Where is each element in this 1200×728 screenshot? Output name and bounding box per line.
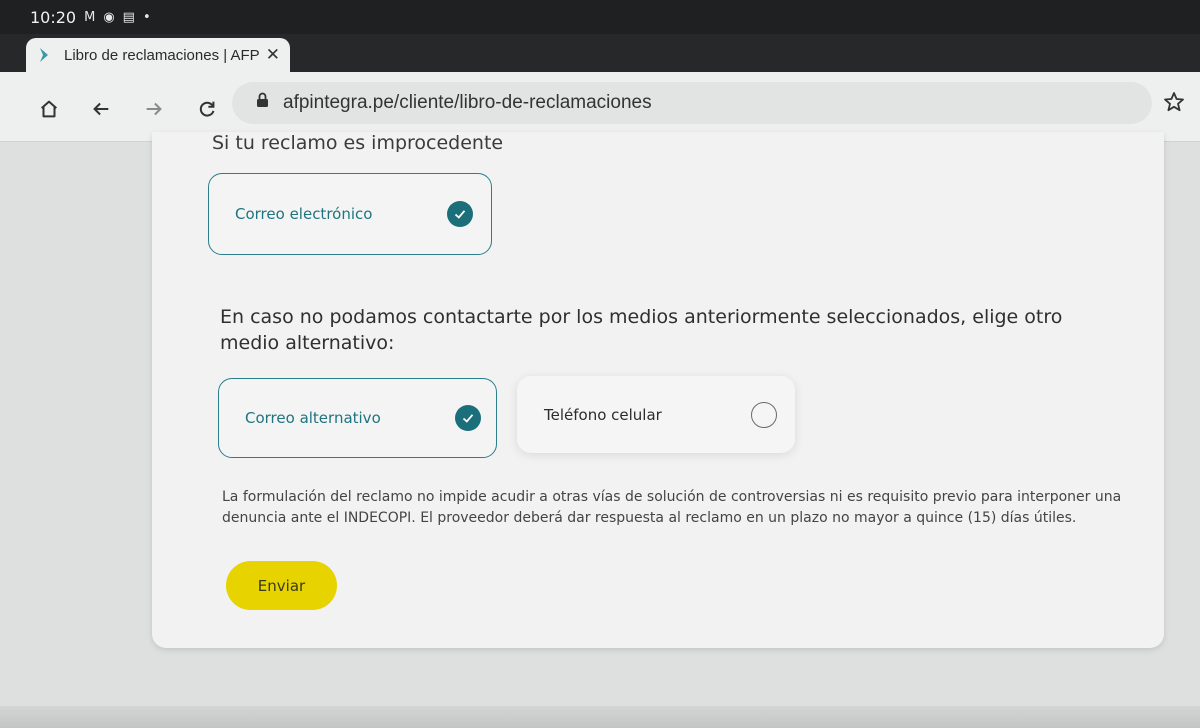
clock: 10:20 xyxy=(30,7,77,27)
browser-tab[interactable]: Libro de reclamaciones | AFP ✕ xyxy=(26,38,290,72)
option-label: Teléfono celular xyxy=(544,405,662,424)
calendar-icon: ▤ xyxy=(122,9,135,25)
check-icon xyxy=(455,405,481,431)
section-title: Si tu reclamo es improcedente xyxy=(212,132,504,152)
alternative-question: En caso no podamos contactarte por los m… xyxy=(220,306,1063,354)
back-arrow-icon[interactable] xyxy=(84,92,118,126)
check-icon xyxy=(447,201,473,227)
option-correo-electronico[interactable]: Correo electrónico xyxy=(208,173,492,255)
option-telefono-celular[interactable]: Teléfono celular xyxy=(517,376,795,453)
legal-notice: La formulación del reclamo no impide acu… xyxy=(222,489,1122,526)
notification-dot-icon: • xyxy=(142,9,151,25)
tab-strip: Libro de reclamaciones | AFP ✕ + xyxy=(0,34,1200,99)
option-label: Correo alternativo xyxy=(245,409,381,427)
address-bar[interactable]: afpintegra.pe/cliente/libro-de-reclamaci… xyxy=(232,82,1152,124)
bookmark-star-icon[interactable] xyxy=(1162,90,1186,118)
bottom-edge xyxy=(0,706,1200,728)
tab-title: Libro de reclamaciones | AFP xyxy=(64,46,260,64)
chrome-icon: ◉ xyxy=(103,9,115,25)
submit-button[interactable]: Enviar xyxy=(226,561,337,610)
radio-empty-icon xyxy=(751,402,777,428)
close-tab-icon[interactable]: ✕ xyxy=(266,45,280,65)
option-correo-alternativo[interactable]: Correo alternativo xyxy=(218,378,497,458)
reload-icon[interactable] xyxy=(190,92,224,126)
forward-arrow-icon[interactable] xyxy=(137,92,171,126)
url-text: afpintegra.pe/cliente/libro-de-reclamaci… xyxy=(283,92,652,113)
home-icon[interactable] xyxy=(32,92,66,126)
status-bar: 10:20 M ◉ ▤ • xyxy=(0,0,1200,34)
afp-favicon-icon xyxy=(38,47,52,63)
gmail-icon: M xyxy=(84,9,96,25)
option-label: Correo electrónico xyxy=(235,205,373,223)
lock-icon xyxy=(256,92,269,114)
